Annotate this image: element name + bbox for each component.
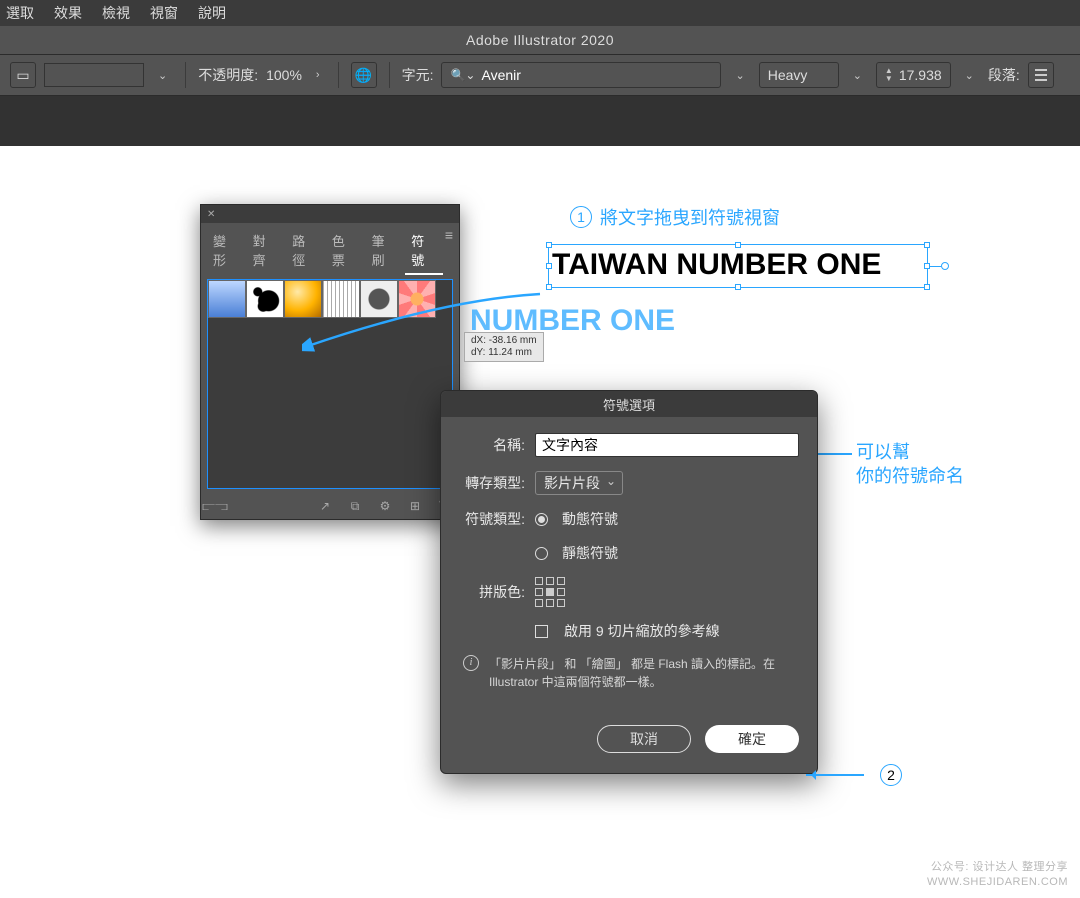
panel-footer: ⫍⫎ ↗ ⧉ ⚙ ⊞ 🗑: [201, 493, 459, 519]
radio-static[interactable]: [535, 547, 548, 560]
symbol-thumb[interactable]: [360, 280, 398, 318]
annotation-step1: 1 將文字拖曳到符號視窗: [570, 204, 780, 230]
symbol-type-label: 符號類型:: [459, 509, 525, 529]
name-label: 名稱:: [459, 435, 525, 455]
text-anchor-icon[interactable]: [941, 262, 949, 270]
menubar: 選取 效果 檢視 視窗 說明: [0, 0, 1080, 26]
drag-dy: dY: 11.24 mm: [471, 347, 537, 359]
new-symbol-icon[interactable]: ⊞: [407, 499, 423, 513]
dialog-title: 符號選項: [441, 391, 817, 417]
radio-static-label: 靜態符號: [562, 543, 618, 563]
nine-slice-label: 啟用 9 切片縮放的參考線: [564, 621, 720, 641]
stepper-icon[interactable]: ▲▼: [885, 67, 893, 83]
font-weight-select[interactable]: Heavy: [759, 62, 839, 88]
step-number-1: 1: [570, 206, 592, 228]
panel-tabs: 變形 對齊 路徑 色票 筆刷 符號 ≡: [201, 223, 459, 275]
font-family-input[interactable]: 🔍⌄: [441, 62, 721, 88]
chevron-down-icon[interactable]: ⌄: [729, 69, 750, 82]
symbol-thumb[interactable]: [398, 280, 436, 318]
export-type-label: 轉存類型:: [459, 473, 525, 493]
radio-dynamic[interactable]: [535, 513, 548, 526]
place-symbol-icon[interactable]: ↗: [317, 499, 333, 513]
dialog-info-text: 「影片片段」 和 「繪圖」 都是 Flash 讀入的標記。在 Illustrat…: [489, 655, 795, 691]
library-icon[interactable]: ⫍⫎: [207, 499, 223, 513]
menu-window[interactable]: 視窗: [150, 3, 178, 23]
opacity-value[interactable]: 100%: [266, 67, 302, 83]
panel-title-bar[interactable]: ✕: [201, 205, 459, 223]
chevron-down-icon[interactable]: ⌄: [959, 69, 980, 82]
app-title: Adobe Illustrator 2020: [466, 32, 614, 48]
separator: [389, 62, 390, 88]
dialog-info: i 「影片片段」 和 「繪圖」 都是 Flash 讀入的標記。在 Illustr…: [463, 655, 795, 691]
selection-box[interactable]: [548, 244, 928, 288]
app-title-bar: Adobe Illustrator 2020: [0, 26, 1080, 54]
menu-view[interactable]: 檢視: [102, 3, 130, 23]
symbol-thumb[interactable]: [284, 280, 322, 318]
document-bar: [0, 96, 1080, 146]
annotation-arrow-icon: [806, 774, 864, 776]
annotation-name-hint: 可以幫 你的符號命名: [856, 440, 964, 488]
tab-transform[interactable]: 變形: [207, 227, 245, 275]
name-input[interactable]: [535, 433, 799, 457]
export-type-select[interactable]: 影片片段: [535, 471, 623, 495]
break-link-icon[interactable]: ⧉: [347, 499, 363, 513]
registration-grid[interactable]: [535, 577, 565, 607]
registration-label: 拼版色:: [459, 582, 525, 602]
tab-swatches[interactable]: 色票: [326, 227, 364, 275]
symbol-options-icon[interactable]: ⚙: [377, 499, 393, 513]
watermark: 公众号: 设计达人 整理分享 WWW.SHEJIDAREN.COM: [927, 860, 1068, 890]
symbol-options-dialog: 符號選項 名稱: 轉存類型: 影片片段 符號類型: 動態符號 靜態符號 拼版色:: [440, 390, 818, 774]
menu-effect[interactable]: 效果: [54, 3, 82, 23]
tab-pathfinder[interactable]: 路徑: [286, 227, 324, 275]
ok-button[interactable]: 確定: [705, 725, 799, 753]
font-family-field[interactable]: [481, 67, 712, 83]
tab-brushes[interactable]: 筆刷: [366, 227, 404, 275]
step-number-2: 2: [880, 764, 902, 786]
globe-icon[interactable]: 🌐: [351, 62, 377, 88]
separator: [338, 62, 339, 88]
font-weight-value: Heavy: [768, 67, 808, 83]
info-icon: i: [463, 655, 479, 671]
tab-align[interactable]: 對齊: [247, 227, 285, 275]
font-size-value: 17.938: [899, 67, 942, 83]
symbol-thumb[interactable]: [246, 280, 284, 318]
paragraph-label: 段落:: [988, 65, 1020, 85]
radio-dynamic-label: 動態符號: [562, 509, 618, 529]
annotation-step2: 2: [806, 764, 902, 786]
symbols-grid[interactable]: [207, 279, 453, 489]
no-selection-icon[interactable]: ▭: [10, 62, 36, 88]
font-size-input[interactable]: ▲▼ 17.938: [876, 62, 951, 88]
symbol-thumb[interactable]: [208, 280, 246, 318]
paragraph-icon[interactable]: [1028, 62, 1054, 88]
char-label: 字元:: [402, 65, 434, 85]
drag-tooltip: dX: -38.16 mm dY: 11.24 mm: [464, 332, 544, 362]
chevron-right-icon[interactable]: ›: [310, 69, 326, 81]
opacity-label: 不透明度:: [198, 65, 258, 85]
drag-dx: dX: -38.16 mm: [471, 335, 537, 347]
menu-select[interactable]: 選取: [6, 3, 34, 23]
cancel-button[interactable]: 取消: [597, 725, 691, 753]
panel-menu-icon[interactable]: ≡: [445, 227, 453, 275]
symbol-thumb[interactable]: [322, 280, 360, 318]
nine-slice-checkbox[interactable]: [535, 625, 548, 638]
symbols-panel: ✕ 變形 對齊 路徑 色票 筆刷 符號 ≡ ⫍⫎ ↗ ⧉ ⚙ ⊞ 🗑: [200, 204, 460, 520]
tab-symbols[interactable]: 符號: [405, 227, 443, 275]
search-icon: 🔍⌄: [450, 68, 475, 82]
close-icon[interactable]: ✕: [207, 209, 215, 220]
chevron-down-icon[interactable]: ⌄: [847, 69, 868, 82]
fill-swatch[interactable]: [44, 63, 144, 87]
annotation-text: 將文字拖曳到符號視窗: [600, 204, 780, 230]
menu-help[interactable]: 說明: [198, 3, 226, 23]
control-bar: ▭ ⌄ 不透明度: 100% › 🌐 字元: 🔍⌄ ⌄ Heavy ⌄ ▲▼ 1…: [0, 54, 1080, 96]
separator: [185, 62, 186, 88]
chevron-down-icon[interactable]: ⌄: [152, 69, 173, 82]
